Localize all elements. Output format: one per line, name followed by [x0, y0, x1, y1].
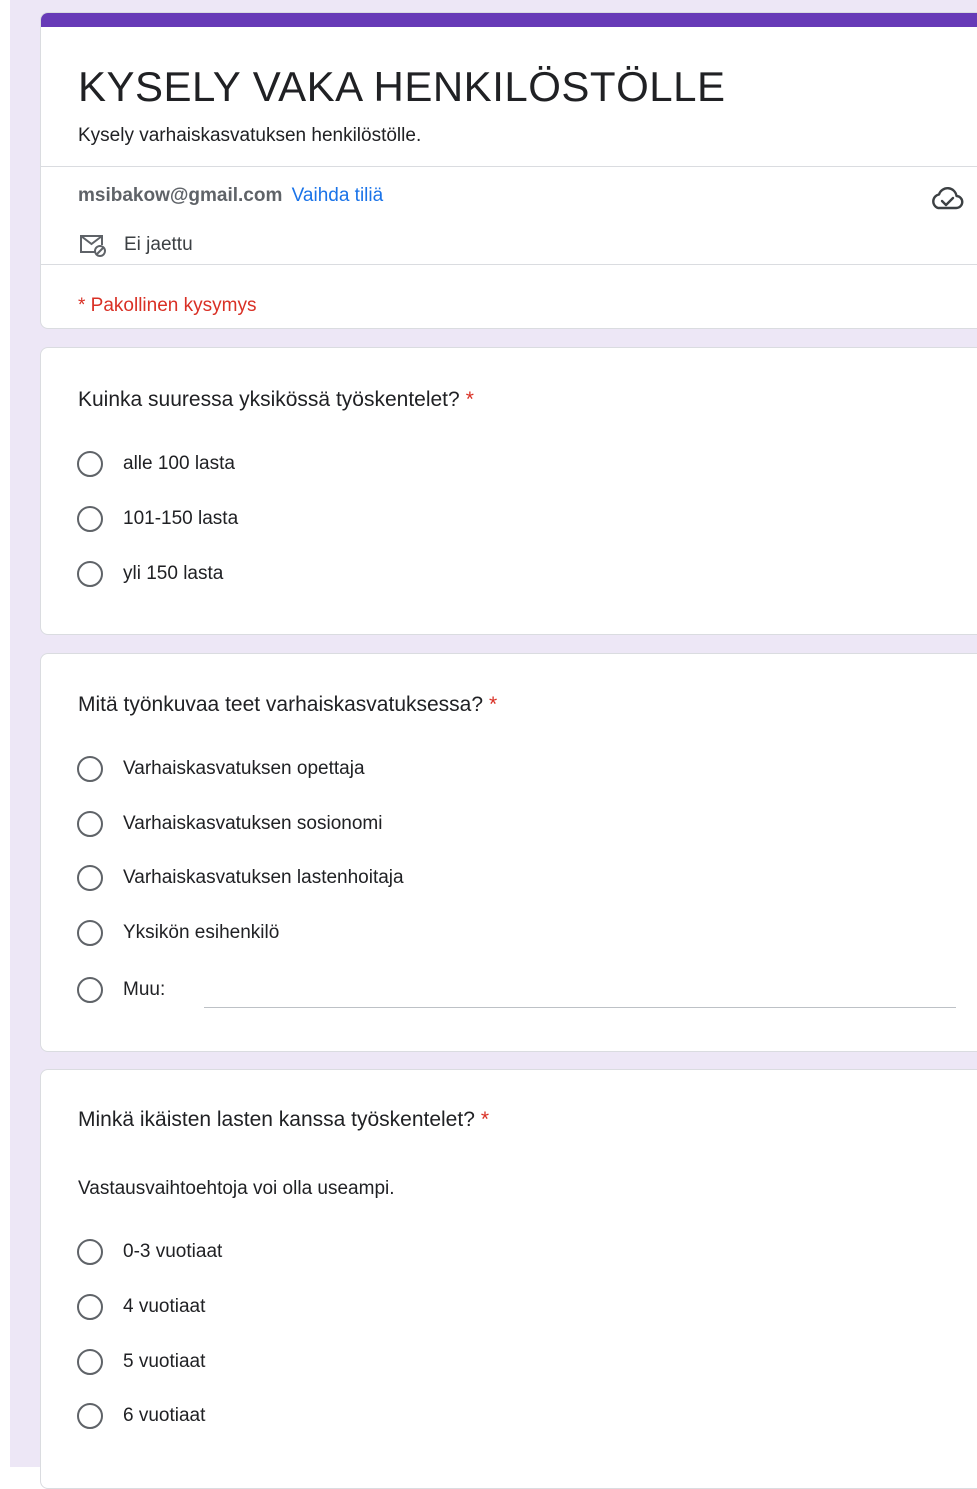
header-accent-bar — [41, 13, 977, 27]
question-title-text: Minkä ikäisten lasten kanssa työskentele… — [78, 1108, 475, 1131]
required-star: * — [465, 388, 474, 411]
radio-option[interactable]: 6 vuotiaat — [77, 1399, 205, 1433]
radio-option[interactable]: Varhaiskasvatuksen sosionomi — [77, 807, 382, 841]
option-label: 6 vuotiaat — [123, 1405, 206, 1426]
form-header-card: KYSELY VAKA HENKILÖSTÖLLE Kysely varhais… — [40, 12, 977, 329]
radio-option[interactable]: Yksikön esihenkilö — [77, 916, 279, 950]
other-text-input[interactable] — [204, 971, 956, 1008]
share-status-row: Ei jaettu — [78, 233, 193, 257]
divider — [41, 166, 977, 167]
divider — [41, 264, 977, 265]
switch-account-link[interactable]: Vaihda tiliä — [292, 185, 384, 206]
option-label: 101-150 lasta — [123, 508, 239, 529]
radio-option[interactable]: Varhaiskasvatuksen opettaja — [77, 752, 365, 786]
question-description: Vastausvaihtoehtoja voi olla useampi. — [78, 1178, 395, 1199]
mail-not-shared-icon — [80, 235, 106, 257]
radio-option-other[interactable]: Muu: — [77, 973, 165, 1007]
question-title-text: Mitä työnkuvaa teet varhaiskasvatuksessa… — [78, 693, 484, 716]
option-label: alle 100 lasta — [123, 453, 235, 474]
radio-button[interactable] — [77, 561, 103, 587]
question-title: Kuinka suuressa yksikössä työskentelet? * — [78, 388, 474, 412]
option-label: Varhaiskasvatuksen lastenhoitaja — [123, 867, 404, 888]
radio-option[interactable]: 4 vuotiaat — [77, 1290, 205, 1324]
question-card-job-role: Mitä työnkuvaa teet varhaiskasvatuksessa… — [40, 653, 977, 1052]
option-label: Varhaiskasvatuksen opettaja — [123, 758, 365, 779]
radio-button[interactable] — [77, 1403, 103, 1429]
option-label: Varhaiskasvatuksen sosionomi — [123, 813, 383, 834]
account-line: msibakow@gmail.com Vaihda tiliä — [78, 185, 383, 207]
radio-button[interactable] — [77, 811, 103, 837]
radio-option[interactable]: 0-3 vuotiaat — [77, 1235, 222, 1269]
required-note: * Pakollinen kysymys — [78, 295, 257, 316]
share-status-text: Ei jaettu — [124, 234, 193, 255]
other-option-label: Muu: — [123, 979, 166, 1000]
radio-button[interactable] — [77, 756, 103, 782]
form-description: Kysely varhaiskasvatuksen henkilöstölle. — [78, 125, 422, 146]
radio-option[interactable]: alle 100 lasta — [77, 447, 235, 481]
question-title: Minkä ikäisten lasten kanssa työskentele… — [78, 1108, 489, 1132]
cloud-saved-icon[interactable] — [929, 186, 965, 212]
question-card-child-age: Minkä ikäisten lasten kanssa työskentele… — [40, 1069, 977, 1489]
radio-button[interactable] — [77, 977, 103, 1003]
radio-option[interactable]: 5 vuotiaat — [77, 1345, 205, 1379]
radio-button[interactable] — [77, 506, 103, 532]
account-email: msibakow@gmail.com — [78, 185, 283, 206]
question-card-unit-size: Kuinka suuressa yksikössä työskentelet? *… — [40, 347, 977, 635]
radio-button[interactable] — [77, 1349, 103, 1375]
radio-option[interactable]: yli 150 lasta — [77, 557, 223, 591]
option-label: 4 vuotiaat — [123, 1296, 206, 1317]
option-label: Yksikön esihenkilö — [123, 922, 280, 943]
question-title: Mitä työnkuvaa teet varhaiskasvatuksessa… — [78, 693, 497, 717]
radio-button[interactable] — [77, 1239, 103, 1265]
question-title-text: Kuinka suuressa yksikössä työskentelet? — [78, 388, 460, 411]
required-star: * — [489, 693, 498, 716]
option-label: 5 vuotiaat — [123, 1351, 206, 1372]
required-star: * — [480, 1108, 490, 1131]
radio-option[interactable]: Varhaiskasvatuksen lastenhoitaja — [77, 861, 404, 895]
option-label: yli 150 lasta — [123, 563, 224, 584]
form-title: KYSELY VAKA HENKILÖSTÖLLE — [78, 63, 726, 110]
option-label: 0-3 vuotiaat — [123, 1241, 223, 1262]
radio-button[interactable] — [77, 865, 103, 891]
radio-button[interactable] — [77, 451, 103, 477]
radio-button[interactable] — [77, 1294, 103, 1320]
radio-option[interactable]: 101-150 lasta — [77, 502, 238, 536]
radio-button[interactable] — [77, 920, 103, 946]
